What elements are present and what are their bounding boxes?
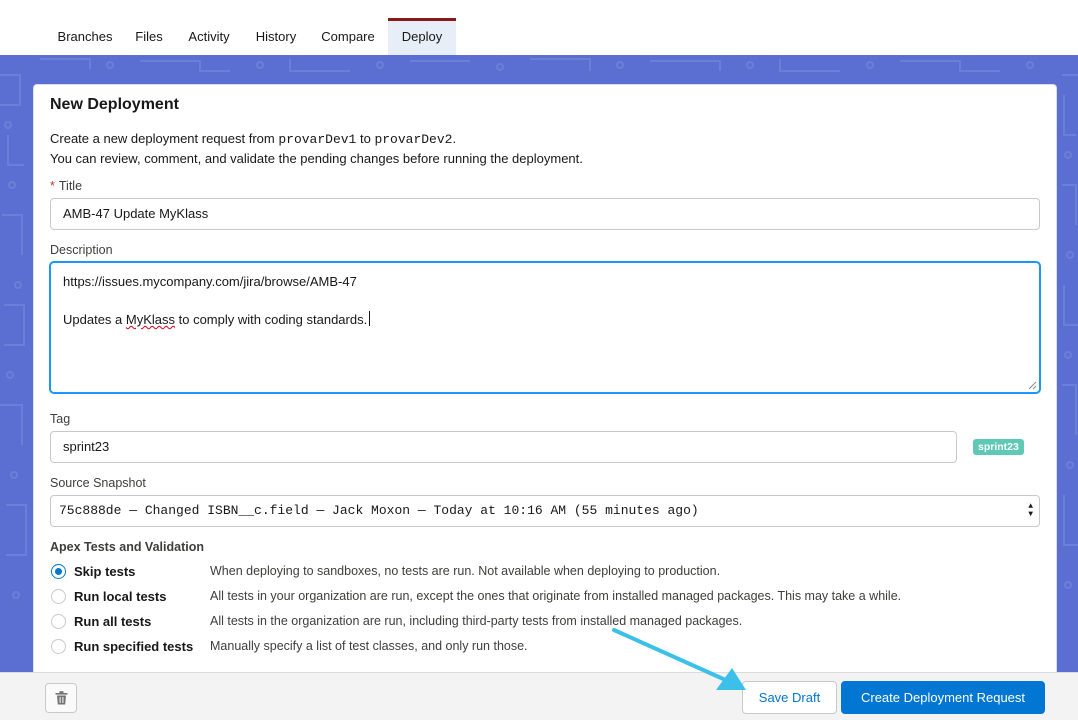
radio-label: Run all tests xyxy=(74,614,152,629)
text-caret xyxy=(369,311,371,326)
intro-suffix: . xyxy=(452,131,457,146)
radio-label: Run local tests xyxy=(74,589,167,604)
description-line-1: https://issues.mycompany.com/jira/browse… xyxy=(63,274,357,289)
intro-mid: to xyxy=(356,131,375,146)
page-title: New Deployment xyxy=(50,96,179,113)
tab-history[interactable]: History xyxy=(246,18,306,55)
radio-label: Skip tests xyxy=(74,564,136,579)
radio-label: Run specified tests xyxy=(74,639,194,654)
annotation-arrow-icon xyxy=(612,628,746,690)
title-label: * Title xyxy=(50,179,82,193)
create-deployment-request-button[interactable]: Create Deployment Request xyxy=(841,681,1045,714)
tab-branches[interactable]: Branches xyxy=(45,18,125,55)
intro-text: Create a new deployment request from pro… xyxy=(50,129,583,168)
radio-description: Manually specify a list of test classes,… xyxy=(210,639,528,653)
description-line-3: Updates a MyKlass to comply with coding … xyxy=(63,310,1027,329)
target-branch: provarDev2 xyxy=(374,132,453,147)
radio-button[interactable] xyxy=(51,614,66,629)
intro-line-2: You can review, comment, and validate th… xyxy=(50,151,583,166)
radio-button[interactable] xyxy=(51,589,66,604)
tests-heading: Apex Tests and Validation xyxy=(50,540,204,554)
required-mark: * xyxy=(50,179,55,193)
source-branch: provarDev1 xyxy=(278,132,357,147)
title-input[interactable]: AMB-47 Update MyKlass xyxy=(50,198,1040,230)
resize-handle-icon[interactable] xyxy=(1028,381,1037,390)
radio-description: All tests in your organization are run, … xyxy=(210,589,902,603)
misspelled-word: MyKlass xyxy=(125,312,175,327)
select-arrows-icon: ▲ ▼ xyxy=(1028,502,1033,519)
tag-badge: sprint23 xyxy=(973,439,1024,455)
radio-run-local-tests[interactable]: Run local tests All tests in your organi… xyxy=(50,587,1030,607)
tag-input[interactable]: sprint23 xyxy=(50,431,957,463)
radio-description: When deploying to sandboxes, no tests ar… xyxy=(210,564,721,578)
title-label-text: Title xyxy=(58,179,83,193)
description-label: Description xyxy=(50,243,113,257)
intro-prefix: Create a new deployment request from xyxy=(50,131,279,146)
delete-button[interactable] xyxy=(45,683,77,713)
radio-skip-tests[interactable]: Skip tests When deploying to sandboxes, … xyxy=(50,562,1030,582)
tab-files[interactable]: Files xyxy=(126,18,172,55)
tab-compare[interactable]: Compare xyxy=(312,18,384,55)
description-text-prefix: Updates a xyxy=(63,312,126,327)
trash-icon xyxy=(55,691,68,705)
tag-label: Tag xyxy=(50,412,71,426)
tab-bar: Branches Files Activity History Compare … xyxy=(0,0,1078,55)
description-text-suffix: to comply with coding standards. xyxy=(175,312,368,327)
snapshot-value: 75c888de — Changed ISBN__c.field — Jack … xyxy=(59,503,699,518)
tab-activity[interactable]: Activity xyxy=(176,18,242,55)
tab-deploy[interactable]: Deploy xyxy=(388,18,456,55)
radio-button[interactable] xyxy=(51,639,66,654)
snapshot-select[interactable]: 75c888de — Changed ISBN__c.field — Jack … xyxy=(50,495,1040,527)
new-deployment-card: New Deployment Create a new deployment r… xyxy=(33,84,1057,720)
footer-bar: Save Draft Create Deployment Request xyxy=(0,672,1078,720)
description-textarea[interactable]: https://issues.mycompany.com/jira/browse… xyxy=(50,262,1040,393)
radio-run-specified-tests[interactable]: Run specified tests Manually specify a l… xyxy=(50,637,1030,657)
radio-run-all-tests[interactable]: Run all tests All tests in the organizat… xyxy=(50,612,1030,632)
radio-button-checked[interactable] xyxy=(51,564,66,579)
snapshot-label: Source Snapshot xyxy=(50,476,146,490)
